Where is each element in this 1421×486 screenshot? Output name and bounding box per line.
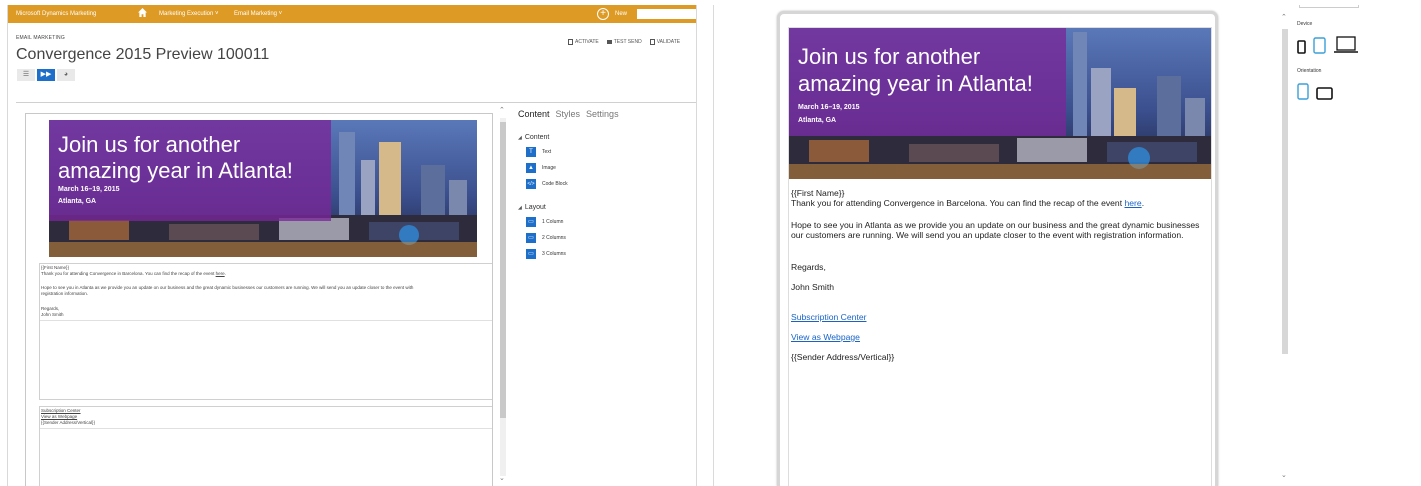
- designer-window: Microsoft Dynamics Marketing Marketing E…: [7, 5, 697, 486]
- home-icon[interactable]: [138, 8, 147, 17]
- hope-text-line1: Hope to see you in Atlanta as we provide…: [41, 285, 414, 290]
- two-columns-icon: ▭: [526, 233, 536, 243]
- sender-address-text: {{Sender Address/Vertical}}: [791, 352, 895, 362]
- hero-location: Atlanta, GA: [798, 117, 837, 124]
- view-as-webpage-link[interactable]: View as Webpage: [791, 332, 860, 342]
- preview-window: Join us for another amazing year in Atla…: [713, 5, 1421, 486]
- list-icon: ☰: [22, 71, 30, 78]
- hero-image[interactable]: Join us for another amazing year in Atla…: [49, 120, 477, 257]
- scroll-down-arrow-icon[interactable]: ⌄: [1281, 471, 1287, 479]
- command-bar: ACTIVATE TEST SEND VALIDATE: [568, 39, 680, 45]
- designer-view-tab[interactable]: ▶▶: [37, 69, 55, 81]
- collapse-caret-icon: ◢: [518, 135, 522, 141]
- landscape-orientation-icon[interactable]: [1316, 87, 1333, 100]
- subscription-center-link[interactable]: Subscription Center: [791, 312, 866, 322]
- search-input[interactable]: [637, 9, 696, 19]
- collapse-caret-icon: ◢: [518, 205, 522, 211]
- signature-text: John Smith: [41, 312, 64, 317]
- tab-styles[interactable]: Styles: [556, 109, 581, 119]
- tab-content[interactable]: Content: [518, 109, 550, 119]
- hope-text-line2: registration information.: [41, 291, 89, 296]
- top-nav-bar: Microsoft Dynamics Marketing Marketing E…: [8, 5, 696, 23]
- activate-icon: [568, 39, 573, 45]
- scroll-up-arrow-icon[interactable]: ⌃: [1281, 13, 1287, 21]
- toolbox-item-text[interactable]: T Text: [526, 147, 696, 157]
- hero-location: Atlanta, GA: [58, 198, 97, 205]
- view-switcher: ☰ ▶▶ ◕: [17, 69, 75, 81]
- breadcrumb-category: EMAIL MARKETING: [16, 35, 65, 41]
- hero-dates: March 16–19, 2015: [798, 104, 860, 111]
- hero-title: Join us for another amazing year in Atla…: [798, 44, 1033, 96]
- pie-chart-icon: ◕: [63, 71, 69, 78]
- validate-icon: [649, 39, 655, 45]
- nav-marketing-execution[interactable]: Marketing Execution ˅: [159, 11, 219, 17]
- portrait-orientation-icon[interactable]: [1297, 83, 1309, 100]
- thank-you-text: Thank you for attending Convergence in B…: [41, 271, 226, 276]
- text-icon: T: [526, 147, 536, 157]
- sender-address-text: {{Sender Address/Vertical}}: [41, 420, 96, 425]
- thank-you-text: Thank you for attending Convergence in B…: [791, 198, 1145, 208]
- three-columns-icon: ▭: [526, 249, 536, 259]
- orientation-options: [1297, 83, 1417, 100]
- toolbox-item-2-columns[interactable]: ▭ 2 Columns: [526, 233, 696, 243]
- mail-icon: [606, 40, 612, 44]
- new-label: New: [615, 11, 628, 17]
- one-column-icon: ▭: [526, 217, 536, 227]
- scroll-down-arrow-icon[interactable]: ⌄: [499, 474, 505, 482]
- toolbox-item-code-block[interactable]: </> Code Block: [526, 179, 696, 189]
- hope-text-line2: our customers are running. We will send …: [791, 230, 1184, 240]
- validate-button[interactable]: VALIDATE: [649, 39, 680, 45]
- device-frame: Join us for another amazing year in Atla…: [777, 11, 1218, 486]
- hero-image: Join us for another amazing year in Atla…: [789, 28, 1211, 179]
- laptop-device-icon[interactable]: [1333, 36, 1359, 54]
- toolbox-item-image[interactable]: ▲ Image: [526, 163, 696, 173]
- analytics-view-tab[interactable]: ◕: [57, 69, 75, 81]
- toolbox-tabs: Content Styles Settings: [518, 109, 696, 119]
- hope-text-line1: Hope to see you in Atlanta as we provide…: [791, 220, 1200, 230]
- designer-icon: ▶▶: [40, 71, 52, 78]
- tablet-device-icon[interactable]: [1313, 37, 1326, 54]
- phone-device-icon[interactable]: [1297, 40, 1306, 54]
- scroll-up-arrow-icon[interactable]: ⌃: [499, 106, 505, 114]
- panel-top-edge: [1299, 5, 1359, 8]
- nav-email-marketing[interactable]: Email Marketing ˅: [234, 11, 282, 17]
- tab-settings[interactable]: Settings: [586, 109, 619, 119]
- new-button[interactable]: + New: [597, 8, 627, 20]
- test-send-button[interactable]: TEST SEND: [606, 39, 642, 45]
- toolbox-item-3-columns[interactable]: ▭ 3 Columns: [526, 249, 696, 259]
- preview-scrollbar[interactable]: ⌃ ⌄: [1280, 5, 1290, 486]
- canvas-scrollbar[interactable]: ⌃ ⌄: [498, 106, 508, 486]
- page-title: Convergence 2015 Preview 100011: [16, 46, 270, 63]
- hero-title: Join us for another amazing year in Atla…: [58, 132, 293, 183]
- preview-options-panel: Device Orientation: [1297, 5, 1417, 100]
- device-label: Device: [1297, 21, 1313, 27]
- email-preview[interactable]: Join us for another amazing year in Atla…: [788, 27, 1212, 486]
- greeting-text: {{First Name}}: [791, 188, 845, 198]
- toolbox-panel: Content Styles Settings ◢ Content T Text ▲…: [518, 109, 696, 259]
- toolbox-item-1-column[interactable]: ▭ 1 Column: [526, 217, 696, 227]
- email-designer: Join us for another amazing year in Atla…: [16, 102, 696, 486]
- plus-circle-icon: +: [597, 8, 609, 20]
- list-view-tab[interactable]: ☰: [17, 69, 35, 81]
- text-block-footer[interactable]: Subscription Center View as Webpage {{Se…: [39, 406, 492, 486]
- hero-dates: March 16–19, 2015: [58, 186, 120, 193]
- design-canvas[interactable]: Join us for another amazing year in Atla…: [25, 113, 493, 486]
- regards-text: Regards,: [791, 262, 826, 272]
- orientation-label: Orientation: [1297, 68, 1322, 74]
- app-name[interactable]: Microsoft Dynamics Marketing: [16, 11, 96, 17]
- here-link[interactable]: here: [1124, 198, 1141, 208]
- block-divider: [40, 428, 492, 429]
- block-divider: [40, 320, 492, 321]
- device-options: [1297, 36, 1417, 54]
- image-icon: ▲: [526, 163, 536, 173]
- signature-text: John Smith: [791, 282, 834, 292]
- scroll-thumb[interactable]: [1282, 29, 1288, 354]
- content-section[interactable]: ◢ Content: [518, 134, 696, 141]
- code-icon: </>: [526, 179, 536, 189]
- layout-section[interactable]: ◢ Layout: [518, 204, 696, 211]
- scroll-thumb[interactable]: [500, 122, 506, 418]
- activate-button[interactable]: ACTIVATE: [568, 39, 599, 45]
- here-link[interactable]: here: [216, 271, 225, 276]
- text-block-body[interactable]: {{First Name}} Thank you for attending C…: [39, 263, 492, 400]
